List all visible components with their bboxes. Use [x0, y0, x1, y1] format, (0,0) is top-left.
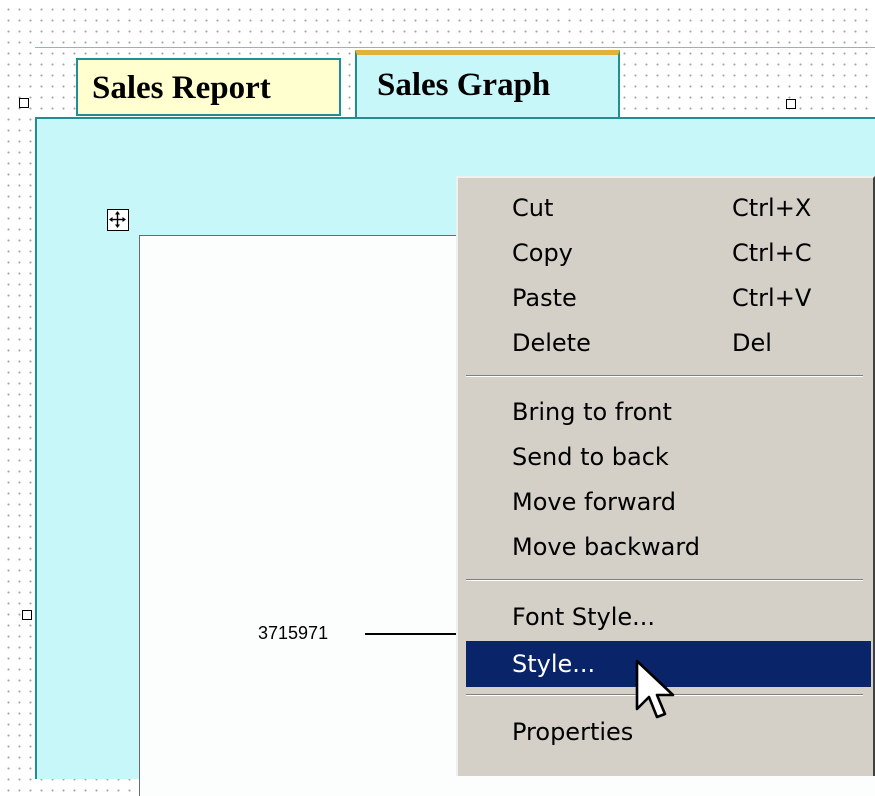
- menu-item-label: Delete: [512, 329, 591, 357]
- menu-item-font-style[interactable]: Font Style...: [466, 598, 871, 636]
- resize-handle-top-left[interactable]: [19, 98, 29, 108]
- tab-sales-report[interactable]: Sales Report: [76, 58, 341, 116]
- tab-sales-graph[interactable]: Sales Graph: [355, 50, 620, 120]
- menu-item-copy[interactable]: Copy Ctrl+C: [466, 234, 871, 272]
- menu-item-label: Bring to front: [512, 398, 672, 426]
- menu-item-send-to-back[interactable]: Send to back: [466, 438, 871, 476]
- menu-item-label: Move forward: [512, 488, 677, 516]
- menu-item-move-forward[interactable]: Move forward: [466, 483, 871, 521]
- menu-item-label: Send to back: [512, 443, 669, 471]
- menu-item-label: Copy: [512, 239, 573, 267]
- menu-item-cut[interactable]: Cut Ctrl+X: [466, 189, 871, 227]
- resize-handle-middle-left[interactable]: [22, 610, 32, 620]
- tab-sales-report-label: Sales Report: [92, 70, 271, 106]
- arrow-cursor-icon: [635, 659, 675, 719]
- menu-item-shortcut: Ctrl+X: [732, 194, 812, 222]
- move-arrows-icon[interactable]: [107, 209, 129, 231]
- chart-value-leader-line: [365, 633, 460, 635]
- menu-item-label: Paste: [512, 284, 577, 312]
- menu-item-shortcut: Ctrl+C: [732, 239, 812, 267]
- menu-item-label: Font Style...: [512, 603, 656, 631]
- tab-sales-graph-label: Sales Graph: [377, 67, 551, 103]
- menu-item-label: Style...: [512, 650, 596, 678]
- menu-item-shortcut: Ctrl+V: [732, 284, 812, 312]
- menu-item-label: Cut: [512, 194, 554, 222]
- menu-item-bring-to-front[interactable]: Bring to front: [466, 393, 871, 431]
- menu-item-label: Properties: [512, 718, 634, 746]
- menu-separator: [466, 579, 863, 581]
- menu-item-delete[interactable]: Delete Del: [466, 324, 871, 362]
- menu-item-shortcut: Del: [732, 329, 772, 357]
- tab-strip-border: [35, 47, 875, 48]
- menu-separator: [466, 375, 863, 377]
- chart-value-label: 3715971: [258, 623, 329, 643]
- menu-item-label: Move backward: [512, 533, 701, 561]
- menu-item-paste[interactable]: Paste Ctrl+V: [466, 279, 871, 317]
- menu-item-move-backward[interactable]: Move backward: [466, 528, 871, 566]
- resize-handle-top-right[interactable]: [786, 99, 796, 109]
